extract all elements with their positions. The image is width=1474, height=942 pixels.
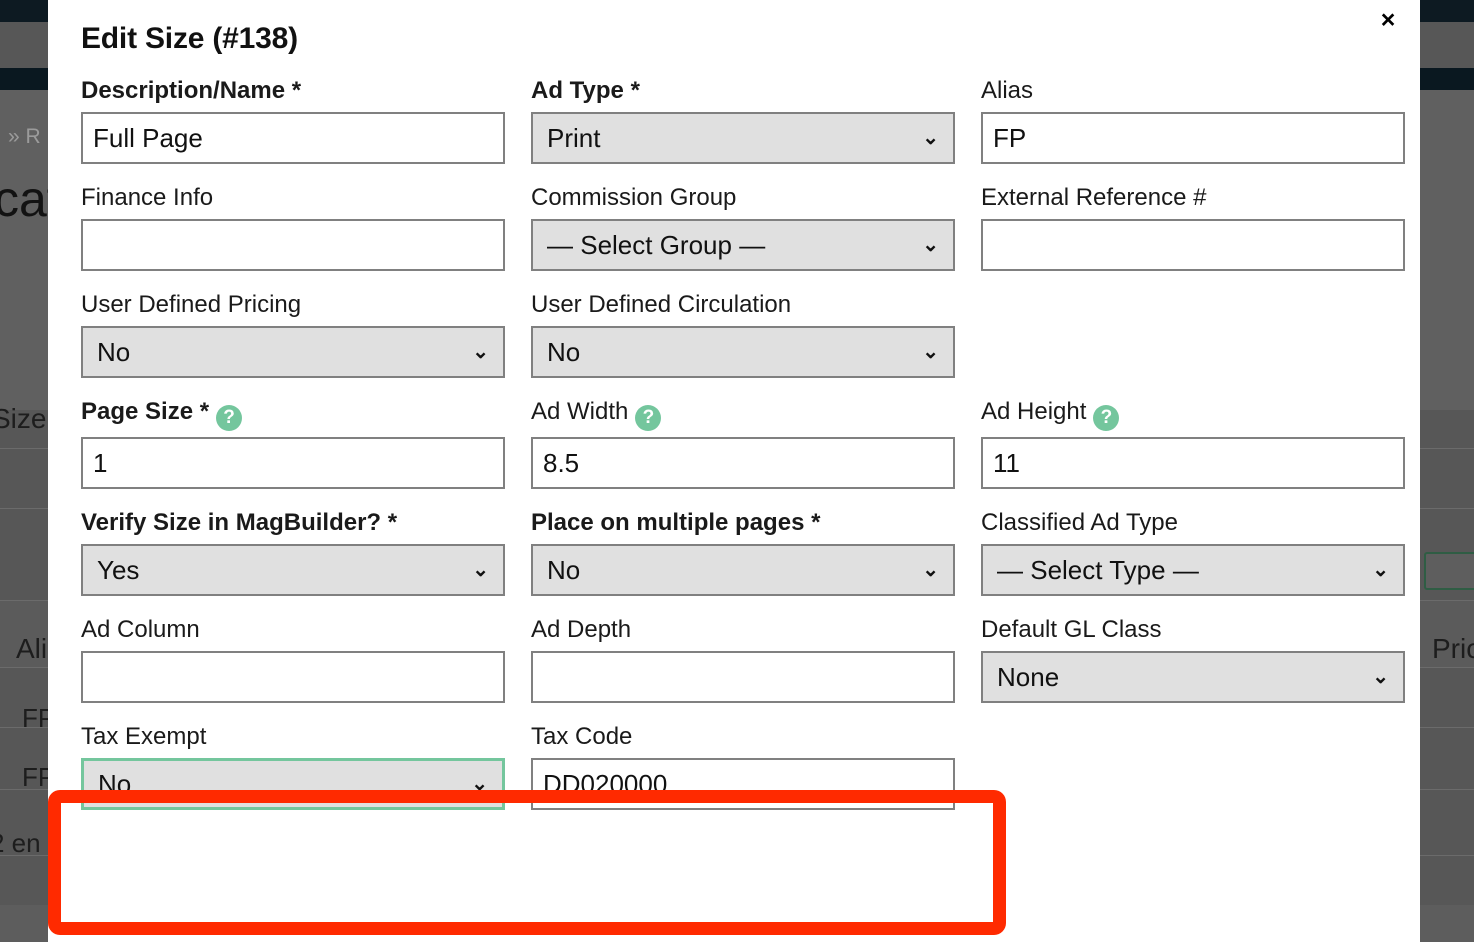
form-row: Page Size *?Ad Width?Ad Height?	[81, 397, 1406, 489]
close-icon[interactable]: ×	[1374, 6, 1402, 34]
select-value-user-defined-pricing: No	[97, 336, 131, 367]
select-ad-type[interactable]: Print ⌄	[531, 112, 955, 164]
help-icon[interactable]: ?	[1093, 405, 1120, 431]
input-page-size[interactable]	[81, 437, 505, 489]
chevron-down-icon: ⌄	[922, 127, 939, 149]
label-default-gl-class: Default GL Class	[981, 616, 1162, 643]
select-user-defined-circulation[interactable]: No ⌄	[531, 326, 955, 378]
form-field-tax-code: Tax Code	[531, 722, 981, 810]
chevron-down-icon: ⌄	[922, 234, 939, 256]
chevron-down-icon: ⌄	[922, 559, 939, 581]
form-field-ad-depth: Ad Depth	[531, 615, 981, 703]
form-field-ad-width: Ad Width?	[531, 397, 981, 489]
label-place-on-multiple-pages: Place on multiple pages *	[531, 509, 821, 536]
background-column-header-price: Pric	[1432, 633, 1474, 664]
form-field-place-on-multiple-pages: Place on multiple pages * No ⌄	[531, 508, 981, 596]
form-row: Ad Column Ad Depth Default GL Class None ⌄	[81, 615, 1406, 703]
label-finance-info: Finance Info	[81, 184, 214, 211]
form-field-default-gl-class: Default GL Class None ⌄	[981, 615, 1420, 703]
label-ad-column: Ad Column	[81, 616, 200, 643]
label-external-reference: External Reference #	[981, 184, 1207, 211]
label-verify-size-magbuilder: Verify Size in MagBuilder? *	[81, 509, 398, 536]
form-field-ad-column: Ad Column	[81, 615, 531, 703]
form-row: Finance Info Commission Group — Select Gro…	[81, 183, 1406, 271]
select-value-classified-ad-type: — Select Type —	[997, 554, 1199, 585]
label-description-name: Description/Name *	[81, 77, 302, 104]
label-tax-code: Tax Code	[531, 723, 633, 750]
label-user-defined-pricing: User Defined Pricing	[81, 291, 302, 318]
select-value-tax-exempt: No	[98, 768, 132, 799]
chevron-down-icon: ⌄	[1372, 666, 1389, 688]
select-value-commission-group: — Select Group —	[547, 229, 766, 260]
select-tax-exempt[interactable]: No ⌄	[81, 758, 505, 810]
label-page-size: Page Size *?	[81, 397, 531, 431]
input-ad-depth[interactable]	[531, 651, 955, 703]
select-user-defined-pricing[interactable]: No ⌄	[81, 326, 505, 378]
input-finance-info[interactable]	[81, 219, 505, 271]
input-ad-column[interactable]	[81, 651, 505, 703]
form-row: User Defined Pricing No ⌄ User Defined Circ…	[81, 290, 1406, 378]
form-field-user-defined-pricing: User Defined Pricing No ⌄	[81, 290, 531, 378]
input-alias[interactable]	[981, 112, 1405, 164]
form-field-tax-exempt: Tax Exempt No ⌄	[81, 722, 531, 810]
input-ad-width[interactable]	[531, 437, 955, 489]
chevron-down-icon: ⌄	[471, 773, 488, 795]
input-ad-height[interactable]	[981, 437, 1405, 489]
input-description-name[interactable]	[81, 112, 505, 164]
form-field-description-name: Description/Name *	[81, 76, 531, 164]
label-classified-ad-type: Classified Ad Type	[981, 509, 1179, 536]
select-value-ad-type: Print	[547, 122, 601, 153]
background-column-header-size: Size	[0, 403, 47, 434]
select-classified-ad-type[interactable]: — Select Type — ⌄	[981, 544, 1405, 596]
form-field-ad-height: Ad Height?	[981, 397, 1420, 489]
select-value-user-defined-circulation: No	[547, 336, 581, 367]
chevron-down-icon: ⌄	[472, 559, 489, 581]
form-field-ad-type: Ad Type * Print ⌄	[531, 76, 981, 164]
select-verify-size-magbuilder[interactable]: Yes ⌄	[81, 544, 505, 596]
form-row: Tax Exempt No ⌄ Tax Code	[81, 722, 1406, 810]
background-entries-count: 2 en	[0, 828, 41, 858]
help-icon[interactable]: ?	[635, 405, 662, 431]
form-field-external-reference: External Reference #	[981, 183, 1420, 271]
label-tax-exempt: Tax Exempt	[81, 723, 207, 750]
label-user-defined-circulation: User Defined Circulation	[531, 291, 792, 318]
form-field-finance-info: Finance Info	[81, 183, 531, 271]
label-alias: Alias	[981, 77, 1034, 104]
form-field-verify-size-magbuilder: Verify Size in MagBuilder? * Yes ⌄	[81, 508, 531, 596]
chevron-down-icon: ⌄	[472, 341, 489, 363]
form-field-alias: Alias	[981, 76, 1420, 164]
select-value-place-on-multiple-pages: No	[547, 554, 581, 585]
background-search-field[interactable]	[1424, 552, 1474, 590]
form-field-user-defined-circulation: User Defined Circulation No ⌄	[531, 290, 981, 378]
help-icon[interactable]: ?	[216, 405, 243, 431]
form-field-page-size: Page Size *?	[81, 397, 531, 489]
label-ad-type: Ad Type *	[531, 77, 640, 104]
label-ad-width: Ad Width?	[531, 397, 981, 431]
select-default-gl-class[interactable]: None ⌄	[981, 651, 1405, 703]
select-commission-group[interactable]: — Select Group — ⌄	[531, 219, 955, 271]
select-value-verify-size-magbuilder: Yes	[97, 554, 140, 585]
input-tax-code[interactable]	[531, 758, 955, 810]
form-row: Description/Name * Ad Type * Print ⌄ Alias	[81, 76, 1406, 164]
form-field-commission-group: Commission Group — Select Group — ⌄	[531, 183, 981, 271]
input-external-reference[interactable]	[981, 219, 1405, 271]
label-ad-height: Ad Height?	[981, 397, 1420, 431]
select-place-on-multiple-pages[interactable]: No ⌄	[531, 544, 955, 596]
edit-size-form: Description/Name * Ad Type * Print ⌄ Alias Fi…	[81, 76, 1406, 829]
chevron-down-icon: ⌄	[1372, 559, 1389, 581]
select-value-default-gl-class: None	[997, 661, 1060, 692]
form-row: Verify Size in MagBuilder? * Yes ⌄ Place on…	[81, 508, 1406, 596]
form-field-classified-ad-type: Classified Ad Type — Select Type — ⌄	[981, 508, 1420, 596]
label-ad-depth: Ad Depth	[531, 616, 632, 643]
background-breadcrumb: » R	[8, 125, 41, 148]
label-commission-group: Commission Group	[531, 184, 737, 211]
background-column-header-alias: Ali	[16, 633, 48, 664]
edit-size-modal: × Edit Size (#138) Description/Name * Ad …	[48, 0, 1420, 942]
modal-title: Edit Size (#138)	[81, 22, 298, 55]
chevron-down-icon: ⌄	[922, 341, 939, 363]
